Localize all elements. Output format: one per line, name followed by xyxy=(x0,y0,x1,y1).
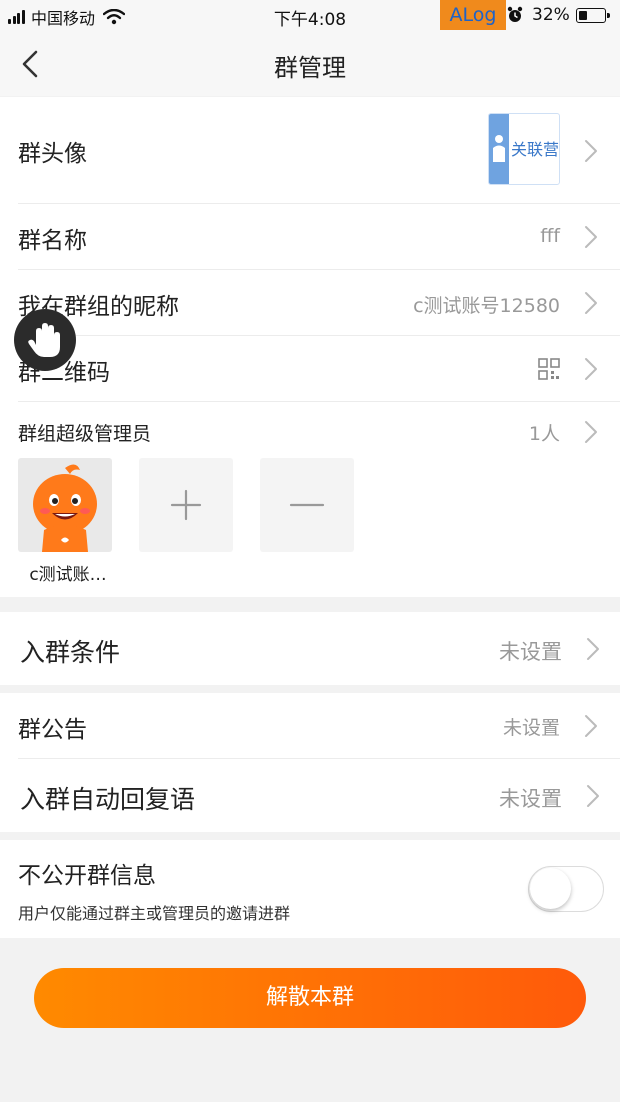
admin-name-caption: c测试账… xyxy=(29,565,107,585)
group-name-row[interactable]: 群名称 fff xyxy=(18,204,620,270)
auto-reply-value: 未设置 xyxy=(499,787,562,811)
status-time: 下午4:08 xyxy=(273,10,347,30)
add-admin-button[interactable] xyxy=(139,458,233,552)
qrcode-icon xyxy=(538,358,560,380)
admin-avatar[interactable] xyxy=(18,458,112,552)
join-condition-card: 入群条件 未设置 xyxy=(0,612,620,685)
join-condition-value: 未设置 xyxy=(499,640,562,664)
alog-badge[interactable]: ALog xyxy=(440,0,506,30)
nickname-value: c测试账号12580 xyxy=(413,295,560,317)
chevron-right-icon xyxy=(585,140,597,162)
remove-admin-button[interactable] xyxy=(260,458,354,552)
minus-icon xyxy=(289,503,325,507)
private-description: 用户仅能通过群主或管理员的邀请进群 xyxy=(18,904,291,923)
admin-row[interactable]: 群组超级管理员 1人 xyxy=(18,402,620,462)
admin-count: 1人 xyxy=(528,423,560,445)
chevron-right-icon xyxy=(585,421,597,443)
floating-hand-button[interactable] xyxy=(14,309,76,371)
private-label: 不公开群信息 xyxy=(18,863,156,889)
plus-icon xyxy=(170,489,202,521)
notice-row[interactable]: 群公告 未设置 xyxy=(18,693,620,759)
status-bar: 中国移动 下午4:08 ALog 32% xyxy=(0,0,620,32)
private-toggle[interactable] xyxy=(528,866,604,912)
page-title: 群管理 xyxy=(274,54,346,82)
group-name-value: fff xyxy=(540,225,560,247)
toggle-knob xyxy=(530,868,571,909)
notice-card: 群公告 未设置 入群自动回复语 未设置 xyxy=(0,693,620,832)
battery-icon xyxy=(576,8,610,23)
chevron-right-icon xyxy=(587,785,599,807)
person-icon xyxy=(493,135,505,162)
admin-label: 群组超级管理员 xyxy=(18,423,152,445)
notice-label: 群公告 xyxy=(18,717,87,743)
chevron-right-icon xyxy=(587,638,599,660)
group-avatar-row[interactable]: 群头像 关联营销 xyxy=(18,97,620,204)
group-avatar-text: 关联营销 xyxy=(511,140,560,159)
chevron-right-icon xyxy=(585,292,597,314)
nickname-row[interactable]: 我在群组的昵称 c测试账号12580 xyxy=(18,270,620,336)
chevron-right-icon xyxy=(585,358,597,380)
group-avatar-label: 群头像 xyxy=(18,141,87,167)
nav-bar: 群管理 xyxy=(0,32,620,96)
dissolve-group-button[interactable]: 解散本群 xyxy=(34,968,586,1028)
notice-value: 未设置 xyxy=(502,717,560,739)
auto-reply-row[interactable]: 入群自动回复语 未设置 xyxy=(20,759,620,832)
group-name-label: 群名称 xyxy=(18,228,87,254)
battery-fill xyxy=(578,10,587,20)
join-condition-label: 入群条件 xyxy=(20,638,121,667)
chevron-right-icon xyxy=(585,226,597,248)
auto-reply-label: 入群自动回复语 xyxy=(20,785,196,814)
join-condition-row[interactable]: 入群条件 未设置 xyxy=(20,612,620,685)
hand-icon xyxy=(28,323,60,357)
qrcode-row[interactable]: 群二维码 xyxy=(18,336,620,402)
chevron-right-icon xyxy=(585,715,597,737)
privacy-card: 不公开群信息 用户仅能通过群主或管理员的邀请进群 xyxy=(0,840,620,938)
group-avatar-image: 关联营销 xyxy=(488,113,560,185)
battery-percent: 32% xyxy=(532,5,570,25)
alarm-icon xyxy=(507,6,523,22)
mascot-avatar-icon xyxy=(33,464,97,552)
